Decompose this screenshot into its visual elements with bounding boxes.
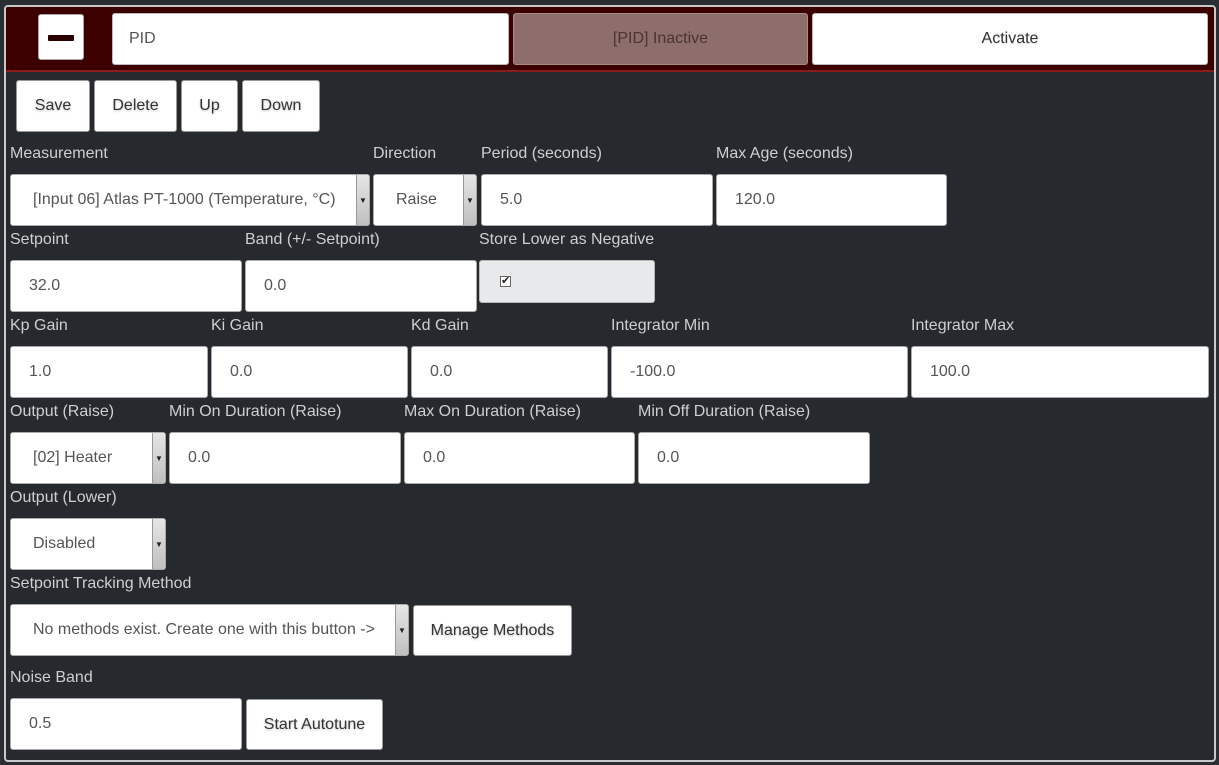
down-label: Down <box>260 97 302 114</box>
minus-icon <box>48 35 74 41</box>
status-text: [PID] Inactive <box>612 30 709 47</box>
min-on-raise-input[interactable]: 0.0 <box>169 432 401 484</box>
store-lower-negative-container: ✔ <box>479 260 655 303</box>
max-on-raise-value: 0.0 <box>423 449 446 466</box>
max-age-label: Max Age (seconds) <box>716 145 853 162</box>
integrator-max-input[interactable]: 100.0 <box>911 346 1209 398</box>
min-off-raise-input[interactable]: 0.0 <box>638 432 870 484</box>
output-raise-value: [02] Heater <box>33 449 113 466</box>
integrator-max-label: Integrator Max <box>911 317 1015 334</box>
period-input[interactable]: 5.0 <box>481 174 713 226</box>
min-off-raise-label: Min Off Duration (Raise) <box>638 403 811 420</box>
integrator-min-input[interactable]: -100.0 <box>611 346 908 398</box>
kd-gain-label: Kd Gain <box>411 317 469 334</box>
save-button[interactable]: Save <box>16 80 90 132</box>
start-autotune-button[interactable]: Start Autotune <box>246 699 383 750</box>
activate-button[interactable]: Activate <box>812 13 1208 65</box>
dropdown-arrow-icon: ▼ <box>395 605 408 655</box>
measurement-value: [Input 06] Atlas PT-1000 (Temperature, °… <box>33 191 336 208</box>
kd-gain-input[interactable]: 0.0 <box>411 346 608 398</box>
save-label: Save <box>34 97 72 114</box>
pid-name-input[interactable]: PID <box>112 13 509 65</box>
max-age-value: 120.0 <box>735 191 776 208</box>
up-button[interactable]: Up <box>181 80 238 132</box>
band-input[interactable]: 0.0 <box>245 260 477 312</box>
output-lower-select[interactable]: Disabled ▼ <box>10 518 166 570</box>
setpoint-value: 32.0 <box>29 277 61 294</box>
store-lower-negative-checkbox[interactable]: ✔ <box>500 276 511 287</box>
output-lower-label: Output (Lower) <box>10 489 117 506</box>
noise-band-label: Noise Band <box>10 669 93 686</box>
measurement-select[interactable]: [Input 06] Atlas PT-1000 (Temperature, °… <box>10 174 370 226</box>
delete-label: Delete <box>112 97 159 114</box>
setpoint-label: Setpoint <box>10 231 69 248</box>
output-lower-value: Disabled <box>33 535 96 552</box>
dropdown-arrow-icon: ▼ <box>356 175 369 225</box>
dropdown-arrow-icon: ▼ <box>152 433 165 483</box>
max-on-raise-input[interactable]: 0.0 <box>404 432 635 484</box>
max-age-input[interactable]: 120.0 <box>716 174 947 226</box>
measurement-label: Measurement <box>10 145 108 162</box>
up-label: Up <box>199 97 220 114</box>
manage-methods-button[interactable]: Manage Methods <box>413 605 572 656</box>
pid-name-value: PID <box>129 30 156 47</box>
down-button[interactable]: Down <box>242 80 320 132</box>
kp-gain-label: Kp Gain <box>10 317 68 334</box>
ki-gain-value: 0.0 <box>230 363 253 380</box>
kp-gain-value: 1.0 <box>29 363 52 380</box>
kp-gain-input[interactable]: 1.0 <box>10 346 208 398</box>
min-on-raise-value: 0.0 <box>188 449 211 466</box>
kd-gain-value: 0.0 <box>430 363 453 380</box>
activate-label: Activate <box>981 30 1039 47</box>
setpoint-input[interactable]: 32.0 <box>10 260 242 312</box>
integrator-min-label: Integrator Min <box>611 317 710 334</box>
ki-gain-label: Ki Gain <box>211 317 264 334</box>
manage-methods-label: Manage Methods <box>430 621 555 639</box>
output-raise-label: Output (Raise) <box>10 403 115 420</box>
setpoint-tracking-select[interactable]: No methods exist. Create one with this b… <box>10 604 409 656</box>
min-off-raise-value: 0.0 <box>657 449 680 466</box>
direction-value: Raise <box>396 191 437 208</box>
pid-header: PID [PID] Inactive Activate <box>6 7 1214 72</box>
setpoint-tracking-value: No methods exist. Create one with this b… <box>33 621 375 638</box>
noise-band-input[interactable]: 0.5 <box>10 698 242 750</box>
band-value: 0.0 <box>264 277 287 294</box>
period-label: Period (seconds) <box>481 145 602 162</box>
max-on-raise-label: Max On Duration (Raise) <box>404 403 581 420</box>
pid-panel: PID [PID] Inactive Activate Save Delete … <box>4 5 1216 762</box>
min-on-raise-label: Min On Duration (Raise) <box>169 403 342 420</box>
output-raise-select[interactable]: [02] Heater ▼ <box>10 432 166 484</box>
noise-band-value: 0.5 <box>29 715 52 732</box>
direction-select[interactable]: Raise ▼ <box>373 174 477 226</box>
collapse-button[interactable] <box>38 14 84 60</box>
dropdown-arrow-icon: ▼ <box>152 519 165 569</box>
band-label: Band (+/- Setpoint) <box>245 231 380 248</box>
setpoint-tracking-label: Setpoint Tracking Method <box>10 575 192 592</box>
dropdown-arrow-icon: ▼ <box>463 175 476 225</box>
store-lower-negative-label: Store Lower as Negative <box>479 231 655 248</box>
start-autotune-label: Start Autotune <box>263 715 366 733</box>
ki-gain-input[interactable]: 0.0 <box>211 346 408 398</box>
period-value: 5.0 <box>500 191 523 208</box>
integrator-max-value: 100.0 <box>930 363 971 380</box>
integrator-min-value: -100.0 <box>630 363 676 380</box>
direction-label: Direction <box>373 145 437 162</box>
checkmark-icon: ✔ <box>501 275 511 287</box>
delete-button[interactable]: Delete <box>94 80 177 132</box>
status-badge: [PID] Inactive <box>513 13 808 65</box>
